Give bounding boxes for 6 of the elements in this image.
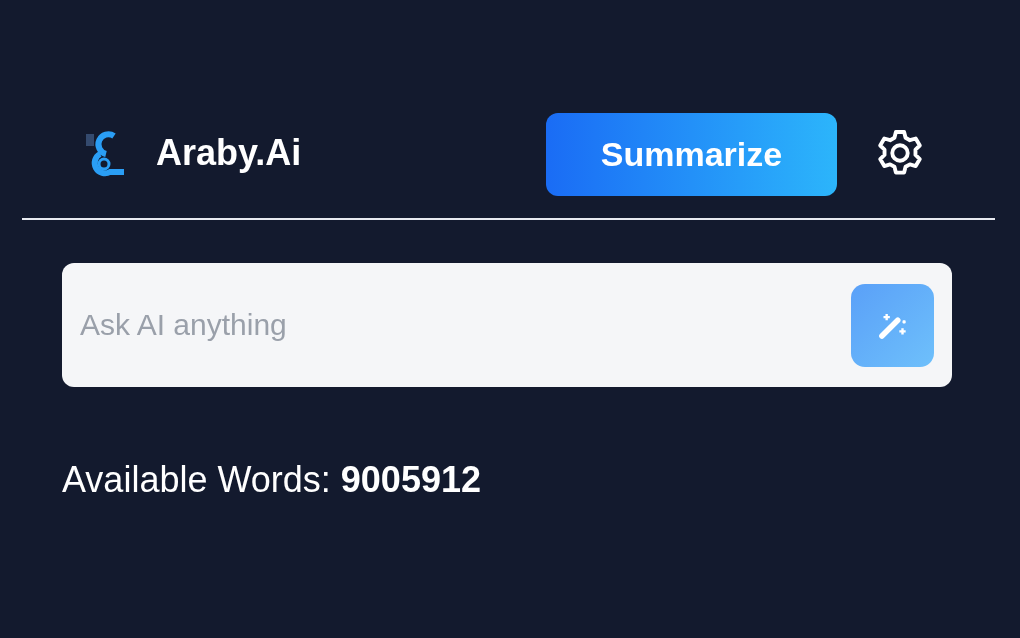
ask-field[interactable]: Ask AI anything	[78, 307, 851, 343]
brand-name: Araby.Ai	[156, 132, 303, 174]
summarize-button[interactable]: Summarize	[546, 112, 837, 196]
ask-field-box[interactable]: Ask AI anything	[62, 263, 952, 387]
available-words: Available Words: 9005912	[62, 459, 482, 501]
magic-wand-button[interactable]	[851, 283, 934, 367]
